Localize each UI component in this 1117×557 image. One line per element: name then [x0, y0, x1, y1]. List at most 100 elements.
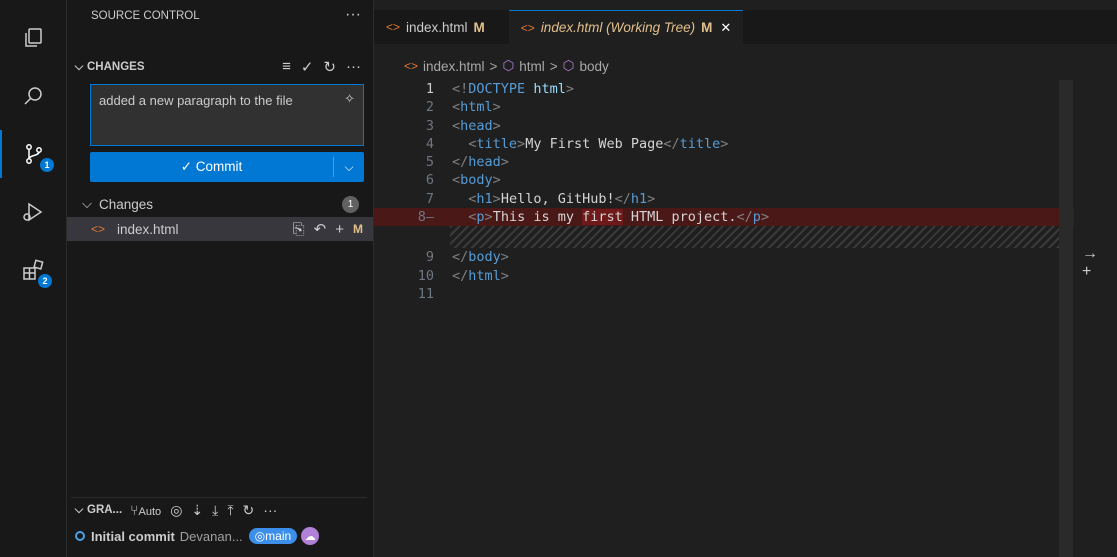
scm-badge: 1	[40, 158, 54, 172]
add-icon[interactable]: +	[1082, 263, 1098, 281]
changes-group-label: Changes	[99, 196, 154, 212]
branch-pill: ◎main	[248, 528, 298, 544]
more-actions-button[interactable]: ···	[345, 6, 361, 24]
line-number: 8—	[417, 209, 434, 226]
sparkle-icon[interactable]: ✧	[344, 89, 355, 109]
changes-group[interactable]: ⌵ Changes 1	[71, 193, 367, 215]
view-as-list-icon[interactable]: ≡	[282, 58, 291, 76]
branch-name: main	[265, 529, 292, 543]
changes-section-header[interactable]: ⌵ CHANGES ≡ ✓ ↻ ···	[71, 56, 367, 78]
tab-status: M	[473, 19, 485, 35]
commit-button[interactable]: ✓ Commit ⌵	[90, 152, 364, 182]
chevron-down-icon: ⌵	[74, 503, 84, 516]
line-number: 2	[425, 99, 434, 116]
deleted-code-line: 8— <p>This is my first HTML project.</p>	[374, 208, 1074, 227]
line-number: 4	[425, 135, 434, 152]
line-number: 7	[425, 190, 434, 207]
source-control-icon[interactable]: 1	[0, 130, 66, 178]
code-line: 4 <title>My First Web Page</title>	[374, 135, 1074, 153]
changed-file-row[interactable]: <> index.html ⎘ ↶ + M	[67, 217, 373, 241]
code-line: 5 </head>	[374, 153, 1074, 171]
tab-status: M	[701, 20, 713, 35]
line-number: 10	[417, 267, 434, 284]
breadcrumb-item[interactable]: body	[579, 59, 608, 74]
changes-section-label: CHANGES	[87, 61, 145, 73]
more-icon[interactable]: ···	[346, 58, 361, 76]
revert-arrow-icon[interactable]: →	[1082, 245, 1098, 263]
element-icon: ⬡	[502, 58, 515, 73]
code-line: 7 <h1>Hello, GitHub!</h1>	[374, 190, 1074, 208]
code-line: 6 <body>	[374, 171, 1074, 189]
commit-button-label: ✓ Commit	[180, 159, 243, 174]
graph-commit-row[interactable]: Initial commit Devanan... ◎main ☁	[75, 525, 320, 547]
run-debug-icon[interactable]	[0, 188, 66, 236]
line-number: 1	[425, 81, 434, 97]
commit-node-icon	[75, 531, 85, 541]
target-icon[interactable]: ◎	[170, 502, 182, 519]
line-number: 9	[425, 249, 434, 266]
extensions-icon[interactable]: 2	[0, 246, 66, 294]
diff-hatch	[450, 226, 1070, 249]
element-icon: ⬡	[562, 58, 575, 73]
close-icon[interactable]: ✕	[720, 20, 731, 36]
code-line: 2 <html>	[374, 98, 1074, 116]
refresh-icon[interactable]: ↻	[243, 502, 255, 519]
line-number: 3	[425, 117, 434, 134]
refresh-icon[interactable]: ↻	[323, 58, 336, 76]
branch-icon[interactable]: ⑂Auto	[130, 502, 161, 518]
html-file-icon: <>	[404, 59, 419, 73]
overview-ruler[interactable]	[1059, 80, 1073, 557]
tab-bar: <> index.html M <> index.html (Working T…	[374, 10, 1117, 44]
editor-area: <> index.html M <> index.html (Working T…	[374, 0, 1117, 557]
auto-label: Auto	[138, 506, 162, 518]
html-file-icon: <>	[386, 20, 401, 34]
search-icon[interactable]	[0, 72, 66, 120]
panel-title: SOURCE CONTROL	[91, 10, 200, 22]
breadcrumb-item[interactable]: html	[519, 59, 545, 74]
changes-count-badge: 1	[342, 196, 359, 213]
line-number: 11	[417, 285, 434, 302]
diff-actions: → +	[1082, 245, 1098, 281]
diff-spacer	[374, 226, 1074, 249]
code-line: 10 </html>	[374, 267, 1074, 285]
pull-icon[interactable]: ⤓	[212, 502, 218, 519]
tab-index-html[interactable]: <> index.html M	[374, 10, 497, 44]
commit-check-icon[interactable]: ✓	[301, 58, 314, 76]
code-view[interactable]: 1 <!DOCTYPE html> 2 <html> 3 <head> 4 <titl…	[374, 80, 1074, 303]
line-number: 6	[425, 172, 434, 189]
extensions-badge: 2	[38, 274, 52, 288]
tab-label: index.html (Working Tree)	[540, 20, 696, 35]
commit-title: Initial commit	[91, 528, 175, 544]
commit-message-text: added a new paragraph to the file	[99, 93, 293, 108]
more-icon[interactable]: ···	[263, 502, 277, 518]
graph-title: GRA...	[87, 504, 123, 516]
discard-changes-icon[interactable]: ↶	[314, 220, 327, 238]
commit-author: Devanan...	[179, 528, 243, 544]
code-line: 9 </body>	[374, 248, 1074, 266]
cloud-icon: ☁	[301, 527, 320, 545]
html-file-icon: <>	[91, 222, 106, 236]
stage-changes-icon[interactable]: +	[335, 221, 344, 238]
source-control-panel: SOURCE CONTROL ··· ⌵ CHANGES ≡ ✓ ↻ ··· a…	[67, 0, 374, 557]
code-line: 11	[374, 285, 1074, 303]
chevron-down-icon: ⌵	[81, 196, 93, 211]
explorer-icon[interactable]	[0, 14, 66, 62]
code-line: 1 <!DOCTYPE html>	[374, 80, 1074, 98]
open-file-icon[interactable]: ⎘	[293, 221, 305, 238]
fetch-icon[interactable]: ⇣	[191, 502, 203, 519]
push-icon[interactable]: ⤒	[227, 502, 233, 519]
breadcrumb-item[interactable]: index.html	[423, 59, 485, 74]
tab-working-tree[interactable]: <> index.html (Working Tree) M ✕	[508, 10, 744, 44]
line-number: 5	[425, 154, 434, 171]
tab-label: index.html	[406, 19, 468, 35]
commit-message-input[interactable]: added a new paragraph to the file ✧	[90, 84, 364, 146]
chevron-down-icon[interactable]: ⌵	[334, 160, 364, 175]
activity-bar: 1 2	[0, 0, 67, 557]
breadcrumb: <> index.html > ⬡ html > ⬡ body	[404, 58, 609, 74]
code-line: 3 <head>	[374, 117, 1074, 135]
graph-section-header[interactable]: ⌵ GRA... ⑂Auto ◎ ⇣ ⤓ ⤒ ↻ ···	[71, 497, 367, 522]
file-name: index.html	[117, 221, 179, 237]
html-file-icon: <>	[520, 20, 535, 35]
chevron-right-icon: >	[549, 58, 558, 74]
chevron-down-icon: ⌵	[74, 60, 84, 73]
